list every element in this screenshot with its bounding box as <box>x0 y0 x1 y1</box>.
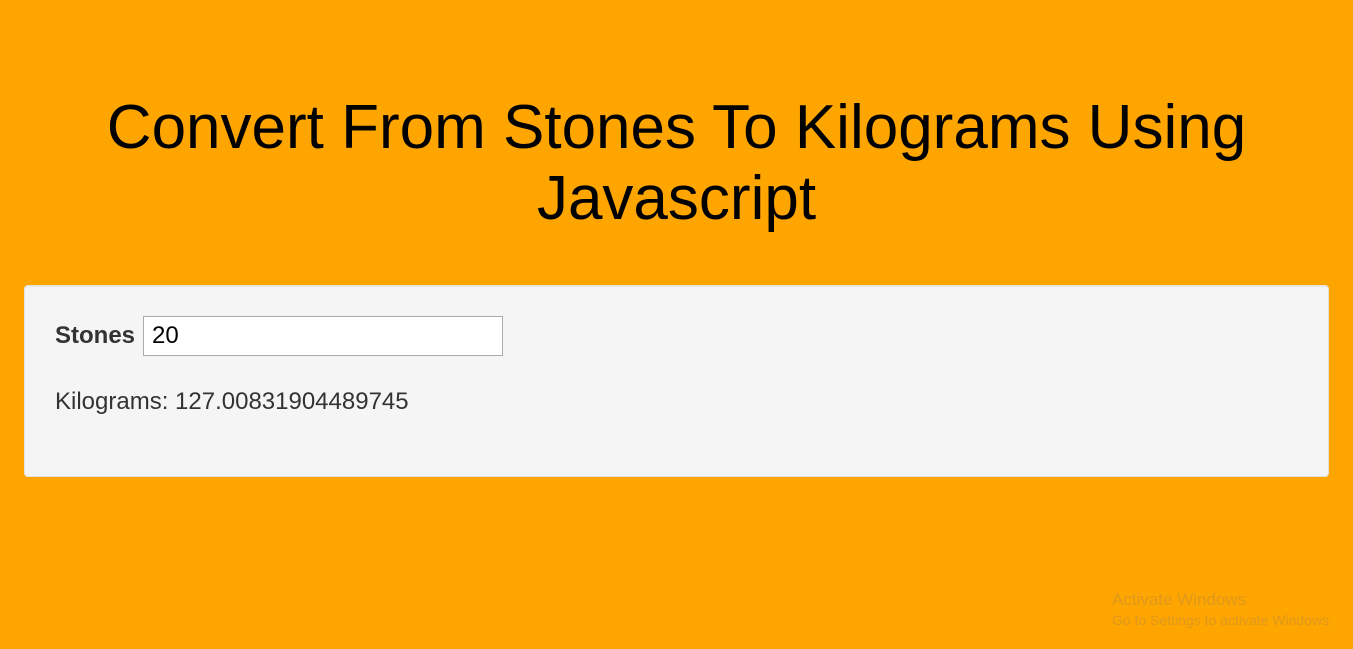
stones-input-row: Stones <box>55 316 1298 356</box>
page-title: Convert From Stones To Kilograms Using J… <box>22 92 1331 235</box>
watermark-line1: Activate Windows <box>1112 589 1333 611</box>
stones-label: Stones <box>55 322 135 350</box>
kilograms-result: Kilograms: 127.00831904489745 <box>55 388 1298 416</box>
windows-activation-watermark: Activate Windows Go to Settings to activ… <box>1112 589 1333 629</box>
converter-panel: Stones Kilograms: 127.00831904489745 <box>24 285 1329 477</box>
watermark-line2: Go to Settings to activate Windows. <box>1112 611 1333 629</box>
stones-input[interactable] <box>143 316 503 356</box>
